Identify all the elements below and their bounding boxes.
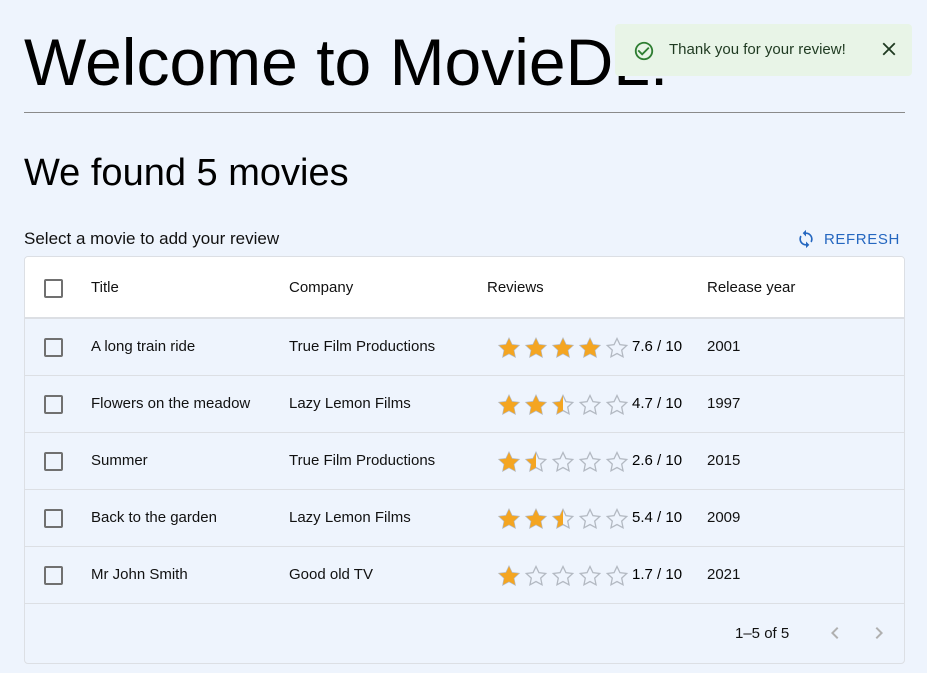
row-checkbox[interactable]: [44, 566, 63, 585]
column-header-release-year[interactable]: Release year: [707, 279, 795, 296]
table-footer: 1–5 of 5: [25, 605, 904, 663]
star-filled-icon[interactable]: [496, 393, 522, 417]
movies-table: Title Company Reviews Release year A lon…: [24, 256, 905, 664]
title-divider: [24, 112, 905, 113]
star-rating[interactable]: [496, 450, 630, 474]
row-checkbox[interactable]: [44, 509, 63, 528]
select-all-checkbox[interactable]: [44, 279, 63, 298]
star-filled-icon[interactable]: [523, 336, 549, 360]
star-empty-icon[interactable]: [604, 507, 630, 531]
star-filled-icon[interactable]: [577, 336, 603, 360]
release-year: 2001: [707, 338, 741, 355]
rating-value: 4.7 / 10: [632, 395, 683, 412]
star-half-icon[interactable]: [550, 507, 576, 531]
star-filled-icon[interactable]: [496, 507, 522, 531]
column-header-reviews[interactable]: Reviews: [487, 279, 544, 296]
pagination-range: 1–5 of 5: [735, 625, 790, 642]
star-empty-icon[interactable]: [604, 450, 630, 474]
column-header-company[interactable]: Company: [289, 279, 353, 296]
table-header: Title Company Reviews Release year: [25, 257, 904, 319]
instruction-text: Select a movie to add your review: [24, 229, 280, 248]
movie-title: Flowers on the meadow: [91, 395, 251, 412]
star-empty-icon[interactable]: [550, 450, 576, 474]
star-empty-icon[interactable]: [577, 450, 603, 474]
rating-value: 1.7 / 10: [632, 566, 683, 583]
rating-value: 5.4 / 10: [632, 509, 683, 526]
star-empty-icon[interactable]: [604, 564, 630, 588]
star-rating[interactable]: [496, 564, 630, 588]
rating-value: 2.6 / 10: [632, 452, 683, 469]
rating-value: 7.6 / 10: [632, 338, 683, 355]
star-filled-icon[interactable]: [523, 393, 549, 417]
row-checkbox[interactable]: [44, 338, 63, 357]
toast-message: Thank you for your review!: [669, 41, 846, 58]
chevron-right-icon[interactable]: [867, 621, 891, 645]
movie-title: A long train ride: [91, 338, 196, 355]
star-empty-icon[interactable]: [577, 507, 603, 531]
star-empty-icon[interactable]: [577, 564, 603, 588]
table-row[interactable]: Summer True Film Productions 2.6 / 10 2015: [25, 433, 904, 490]
row-checkbox[interactable]: [44, 452, 63, 471]
star-half-icon[interactable]: [523, 450, 549, 474]
star-empty-icon[interactable]: [577, 393, 603, 417]
star-empty-icon[interactable]: [550, 564, 576, 588]
refresh-button[interactable]: REFRESH: [796, 226, 900, 252]
close-icon[interactable]: [878, 38, 900, 60]
star-rating[interactable]: [496, 393, 630, 417]
movie-title: Mr John Smith: [91, 566, 188, 583]
star-rating[interactable]: [496, 336, 630, 360]
star-filled-icon[interactable]: [496, 336, 522, 360]
table-row[interactable]: Mr John Smith Good old TV 1.7 / 10 2021: [25, 547, 904, 604]
release-year: 2009: [707, 509, 741, 526]
toast-notification: Thank you for your review!: [615, 24, 912, 76]
movie-company: Good old TV: [289, 566, 373, 583]
table-row[interactable]: Back to the garden Lazy Lemon Films 5.4 / …: [25, 490, 904, 547]
star-half-icon[interactable]: [550, 393, 576, 417]
release-year: 2015: [707, 452, 741, 469]
movie-company: True Film Productions: [289, 452, 436, 469]
star-empty-icon[interactable]: [523, 564, 549, 588]
refresh-label: REFRESH: [824, 230, 900, 248]
release-year: 1997: [707, 395, 741, 412]
refresh-icon: [799, 229, 813, 249]
column-header-title[interactable]: Title: [91, 279, 119, 296]
movie-title: Summer: [91, 452, 148, 469]
movie-company: True Film Productions: [289, 338, 436, 355]
star-empty-icon[interactable]: [604, 336, 630, 360]
movie-company: Lazy Lemon Films: [289, 509, 411, 526]
star-empty-icon[interactable]: [604, 393, 630, 417]
release-year: 2021: [707, 566, 741, 583]
chevron-left-icon[interactable]: [823, 621, 847, 645]
check-circle-icon: [634, 41, 654, 61]
star-filled-icon[interactable]: [523, 507, 549, 531]
star-filled-icon[interactable]: [550, 336, 576, 360]
star-filled-icon[interactable]: [496, 450, 522, 474]
row-checkbox[interactable]: [44, 395, 63, 414]
page-title: Welcome to MovieDL!: [24, 25, 669, 99]
movie-company: Lazy Lemon Films: [289, 395, 411, 412]
results-heading: We found 5 movies: [24, 152, 349, 194]
table-row[interactable]: Flowers on the meadow Lazy Lemon Films 4.7…: [25, 376, 904, 433]
star-filled-icon[interactable]: [496, 564, 522, 588]
table-row[interactable]: A long train ride True Film Productions 7.…: [25, 319, 904, 376]
movie-title: Back to the garden: [91, 509, 217, 526]
star-rating[interactable]: [496, 507, 630, 531]
